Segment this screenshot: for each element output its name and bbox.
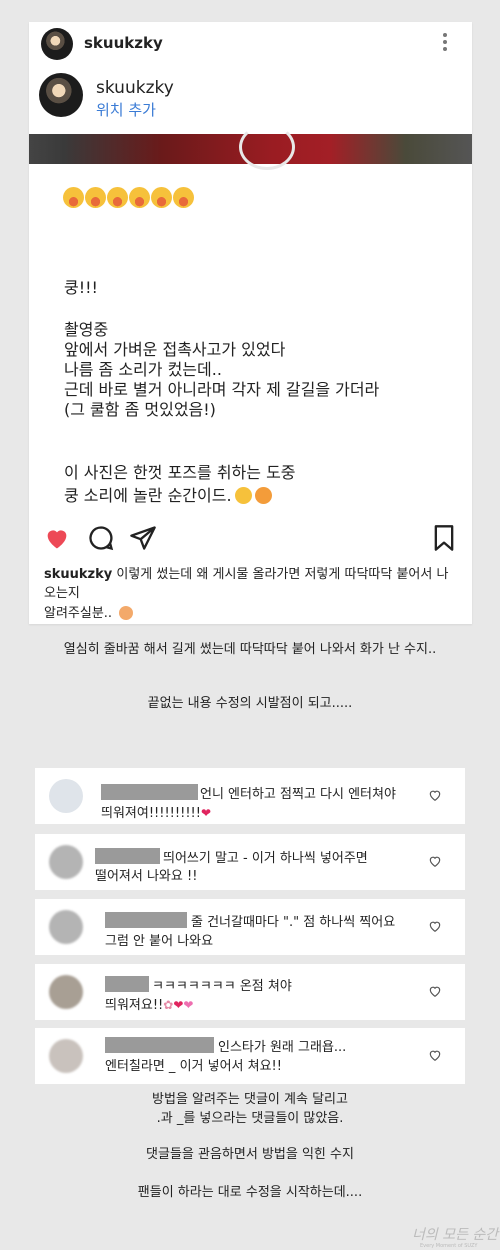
watermark-subtitle: Every Moment of SUZY — [420, 1243, 478, 1249]
avatar — [49, 845, 83, 879]
scream-emoji-icon — [151, 187, 172, 208]
like-comment-icon[interactable] — [428, 984, 442, 998]
post-photo — [29, 124, 472, 170]
instagram-post-card: skuukzky skuukzky 위치 추가 쿵!!! 촬영중 앞에서 가벼운… — [29, 22, 472, 624]
avatar[interactable] — [41, 28, 73, 60]
comment-text-content: 띄워져여!!!!!!!!!! — [101, 806, 201, 821]
comment-icon[interactable] — [87, 524, 115, 552]
scream-emoji-icon — [85, 187, 106, 208]
narration-text: 방법을 알려주는 댓글이 계속 달리고 — [152, 1092, 348, 1107]
comment-text: 띄워져요!!✿❤❤ — [105, 994, 193, 1013]
like-comment-icon[interactable] — [428, 854, 442, 868]
comment-text-content: 띄워져요!! — [105, 998, 164, 1013]
heart-icon[interactable] — [43, 524, 71, 552]
scream-emoji-icon — [63, 187, 84, 208]
comment-text: 띄워져여!!!!!!!!!!❤ — [101, 802, 211, 821]
caption-text: 알려주실분.. — [44, 606, 117, 621]
pink-hearts-icon: ❤ — [183, 998, 194, 1012]
red-heart-icon: ❤ — [200, 806, 212, 820]
like-comment-icon[interactable] — [428, 1048, 442, 1062]
sweat-emoji-icon — [119, 606, 134, 620]
comment-text: 줄 건너갈때마다 "." 점 하나씩 찍어요 — [191, 915, 396, 930]
avatar — [49, 975, 83, 1009]
scream-emoji-icon — [129, 187, 150, 208]
post-text-line: 쿵 소리에 놀란 순간이드. — [64, 482, 272, 506]
bookmark-icon[interactable] — [430, 524, 458, 552]
comment-item: 띄어쓰기 말고 - 이거 하나씩 넣어주면 떨어져서 나와요 !! — [35, 834, 465, 890]
redacted-username — [105, 912, 187, 928]
comment-text: 띄어쓰기 말고 - 이거 하나씩 넣어주면 — [163, 851, 368, 866]
narration-text: 댓글들을 관음하면서 방법을 익힌 수지 — [146, 1147, 354, 1162]
comment-text: 떨어져서 나와요 !! — [95, 869, 198, 884]
redacted-username — [105, 1037, 214, 1053]
post-caption: skuukzky 이렇게 썼는데 왜 게시물 올라가면 저렇게 따닥따닥 붙어서… — [44, 565, 459, 603]
scream-emoji-icon — [107, 187, 128, 208]
watermark: 너의 모든 순간 — [412, 1227, 499, 1243]
share-icon[interactable] — [129, 524, 157, 552]
username[interactable]: skuukzky — [84, 34, 163, 52]
scream-emoji-icon — [173, 187, 194, 208]
narration-text: 팬들이 하라는 대로 수정을 시작하는데.... — [137, 1185, 363, 1200]
red-heart-icon: ❤ — [173, 998, 184, 1012]
post-header: skuukzky — [29, 22, 472, 66]
caption-username[interactable]: skuukzky — [44, 567, 112, 582]
comment-text: 엔터칠라면 _ 이거 넣어서 쳐요!! — [105, 1059, 282, 1074]
action-bar — [29, 522, 472, 558]
comment-item: 줄 건너갈때마다 "." 점 하나씩 찍어요 그럼 안 붙어 나와요 — [35, 899, 465, 955]
comment-text: 그럼 안 붙어 나와요 — [105, 934, 214, 949]
add-location-link[interactable]: 위치 추가 — [96, 99, 156, 120]
avatar — [49, 1039, 83, 1073]
comment-text: ㅋㅋㅋㅋㅋㅋㅋ 온점 쳐야 — [152, 979, 292, 994]
post-caption-line: 알려주실분.. — [44, 602, 134, 621]
narration-text: 열심히 줄바꿈 해서 길게 썼는데 따닥따닥 붙어 나와서 화가 난 수지.. — [63, 642, 437, 657]
grin-sweat-emoji-icon — [234, 487, 252, 504]
emoji-row — [63, 187, 194, 208]
comment-text: 언니 엔터하고 점찍고 다시 엔터쳐야 — [200, 787, 396, 802]
like-comment-icon[interactable] — [428, 919, 442, 933]
redacted-username — [105, 976, 149, 992]
redacted-username — [95, 848, 160, 864]
narration-text: .과 _를 넣으라는 댓글들이 많았음. — [156, 1111, 344, 1126]
comment-item: 언니 엔터하고 점찍고 다시 엔터쳐야 띄워져여!!!!!!!!!!❤ — [35, 768, 465, 824]
flower-icon: ✿ — [163, 998, 174, 1012]
post-text-line: 이 사진은 한껏 포즈를 취하는 도중 — [64, 463, 296, 482]
post-text-line: (그 쿨함 좀 멋있었음!) — [64, 400, 216, 419]
comment-text: 인스타가 원래 그래욥... — [218, 1040, 347, 1055]
comment-item: ㅋㅋㅋㅋㅋㅋㅋ 온점 쳐야 띄워져요!!✿❤❤ — [35, 964, 465, 1020]
flushed-emoji-icon — [254, 487, 272, 504]
avatar — [39, 73, 83, 117]
redacted-username — [101, 784, 198, 800]
post-text-line: 쿵!!! — [64, 278, 98, 297]
more-options-icon[interactable] — [442, 33, 448, 53]
comment-item: 인스타가 원래 그래욥... 엔터칠라면 _ 이거 넣어서 쳐요!! — [35, 1028, 465, 1084]
avatar — [49, 779, 83, 813]
avatar — [49, 910, 83, 944]
like-comment-icon[interactable] — [428, 788, 442, 802]
username: skuukzky — [96, 78, 174, 98]
narration-text: 끝없는 내용 수정의 시발점이 되고..... — [147, 696, 353, 711]
post-text-line-content: 쿵 소리에 놀란 순간이드. — [64, 486, 232, 505]
